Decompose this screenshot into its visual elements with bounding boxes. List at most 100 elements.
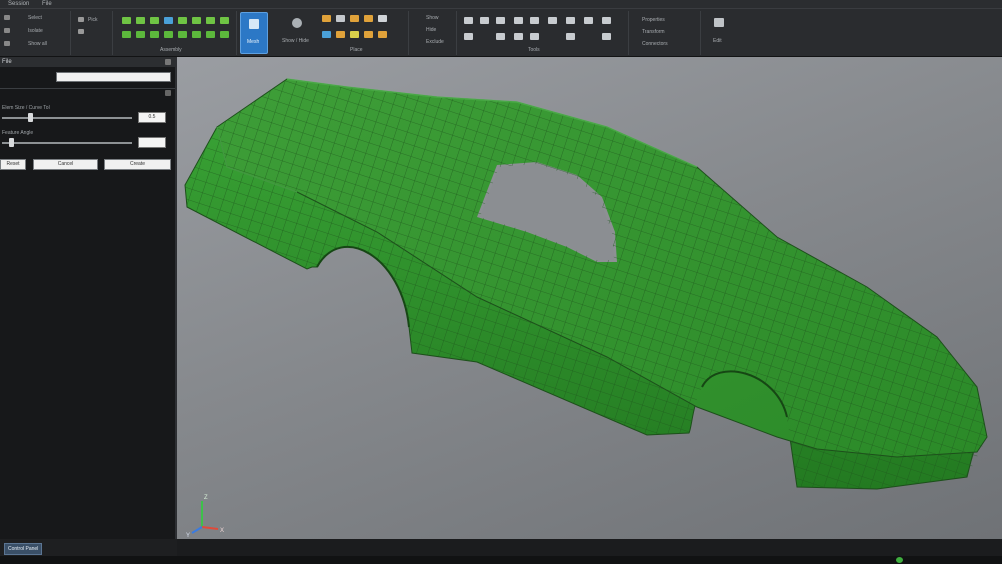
pick-icon[interactable]: [78, 17, 84, 22]
edit-big-button[interactable]: Edit: [706, 12, 732, 52]
menu-file[interactable]: File: [42, 0, 52, 8]
ribbon-group-tools: Tools: [458, 11, 629, 55]
edit-group-label: Edit: [713, 38, 722, 44]
assembly-tool-7-icon[interactable]: [206, 17, 215, 24]
feature-angle-slider[interactable]: [2, 142, 132, 144]
place-tool-8-icon[interactable]: [350, 31, 359, 38]
isolate-icon[interactable]: [4, 28, 10, 33]
feature-angle-slider-thumb[interactable]: [8, 138, 14, 147]
panel-title: File: [0, 57, 175, 67]
assembly-tool-4-icon[interactable]: [164, 17, 173, 24]
mesh-overlay: [185, 79, 987, 489]
tools-7-icon[interactable]: [566, 17, 575, 24]
place-tool-9-icon[interactable]: [364, 31, 373, 38]
place-tool-6-icon[interactable]: [322, 31, 331, 38]
tools-3-icon[interactable]: [496, 17, 505, 24]
select-icon[interactable]: [4, 15, 10, 20]
isolate-label[interactable]: Isolate: [28, 28, 43, 34]
status-indicator-icon: [896, 557, 903, 563]
tools-2-icon[interactable]: [480, 17, 489, 24]
mesh-button[interactable]: Mesh: [240, 12, 268, 54]
tools-9-icon[interactable]: [602, 17, 611, 24]
ribbon-group-selection: Select Isolate Show all: [0, 11, 71, 55]
ribbon-group-edit: Properties Transform Connectors: [630, 11, 701, 55]
show-all-icon[interactable]: [4, 41, 10, 46]
tools-15-icon[interactable]: [602, 33, 611, 40]
transform-label[interactable]: Transform: [642, 29, 665, 35]
assembly-tool-9-icon[interactable]: [122, 31, 131, 38]
tools-6-icon[interactable]: [548, 17, 557, 24]
assembly-group-label: Assembly: [160, 47, 182, 53]
tools-1-icon[interactable]: [464, 17, 473, 24]
create-button[interactable]: Create: [104, 159, 171, 170]
place-tool-10-icon[interactable]: [378, 31, 387, 38]
feature-angle-value[interactable]: [138, 137, 166, 148]
tools-8-icon[interactable]: [584, 17, 593, 24]
tools-13-icon[interactable]: [530, 33, 539, 40]
triad-z-label: Z: [204, 495, 208, 501]
assembly-tool-3-icon[interactable]: [150, 17, 159, 24]
show-label[interactable]: Show: [426, 15, 439, 21]
graphics-viewport[interactable]: Z X Y: [177, 57, 1002, 539]
ribbon-group-assembly: Assembly: [114, 11, 237, 55]
tools-12-icon[interactable]: [514, 33, 523, 40]
ribbon-group-place: Place: [318, 11, 409, 55]
assembly-tool-15-icon[interactable]: [206, 31, 215, 38]
section-collapse-icon[interactable]: [165, 90, 171, 96]
place-tool-3-icon[interactable]: [350, 15, 359, 22]
assembly-tool-10-icon[interactable]: [136, 31, 145, 38]
select-label[interactable]: Select: [28, 15, 42, 21]
edit-icon: [714, 18, 724, 27]
mesh-icon: [249, 19, 259, 29]
assembly-tool-1-icon[interactable]: [122, 17, 131, 24]
pick2-icon[interactable]: [78, 29, 84, 34]
place-tool-4-icon[interactable]: [364, 15, 373, 22]
place-tool-1-icon[interactable]: [322, 15, 331, 22]
element-size-slider-thumb[interactable]: [28, 113, 33, 122]
assembly-tool-12-icon[interactable]: [164, 31, 173, 38]
ghost-icon: [292, 18, 302, 28]
assembly-tool-11-icon[interactable]: [150, 31, 159, 38]
assembly-tool-6-icon[interactable]: [192, 17, 201, 24]
place-group-label: Place: [350, 47, 363, 53]
cancel-button[interactable]: Cancel: [33, 159, 98, 170]
model-view: Z X Y: [184, 78, 988, 539]
pick-label[interactable]: Pick: [88, 17, 97, 23]
connectors-label[interactable]: Connectors: [642, 41, 668, 47]
element-size-slider[interactable]: [2, 117, 132, 119]
assembly-tool-5-icon[interactable]: [178, 17, 187, 24]
place-tool-7-icon[interactable]: [336, 31, 345, 38]
assembly-tool-8-icon[interactable]: [220, 17, 229, 24]
element-size-value[interactable]: 0.5: [138, 112, 166, 123]
assembly-tool-14-icon[interactable]: [192, 31, 201, 38]
menu-session[interactable]: Session: [8, 0, 29, 8]
assembly-tool-2-icon[interactable]: [136, 17, 145, 24]
control-panel: File Elem Size / Curve Tol 0.5 Feature A…: [0, 57, 177, 539]
triad-x-label: X: [220, 528, 224, 534]
tools-10-icon[interactable]: [464, 33, 473, 40]
panel-divider: [0, 88, 175, 89]
ribbon-group-visibility: Show Hide Exclude: [410, 11, 457, 55]
place-tool-5-icon[interactable]: [378, 15, 387, 22]
close-panel-icon[interactable]: [165, 59, 171, 65]
show-hide-button[interactable]: Show / Hide: [280, 12, 314, 52]
menu-bar: Session File: [0, 0, 1002, 9]
show-all-label[interactable]: Show all: [28, 41, 47, 47]
assembly-tool-13-icon[interactable]: [178, 31, 187, 38]
status-bar: [0, 556, 1002, 564]
triad-y-label: Y: [186, 533, 190, 539]
tools-4-icon[interactable]: [514, 17, 523, 24]
assembly-tool-16-icon[interactable]: [220, 31, 229, 38]
entity-combo[interactable]: [56, 72, 171, 82]
properties-label[interactable]: Properties: [642, 17, 665, 23]
tools-14-icon[interactable]: [566, 33, 575, 40]
tools-group-label: Tools: [528, 47, 540, 53]
tools-11-icon[interactable]: [496, 33, 505, 40]
reset-button[interactable]: Reset: [0, 159, 26, 170]
ribbon-group-pick: Pick: [72, 11, 113, 55]
hide-label[interactable]: Hide: [426, 27, 436, 33]
tools-5-icon[interactable]: [530, 17, 539, 24]
tab-control-panel[interactable]: Control Panel: [4, 543, 43, 555]
exclude-label[interactable]: Exclude: [426, 39, 444, 45]
place-tool-2-icon[interactable]: [336, 15, 345, 22]
